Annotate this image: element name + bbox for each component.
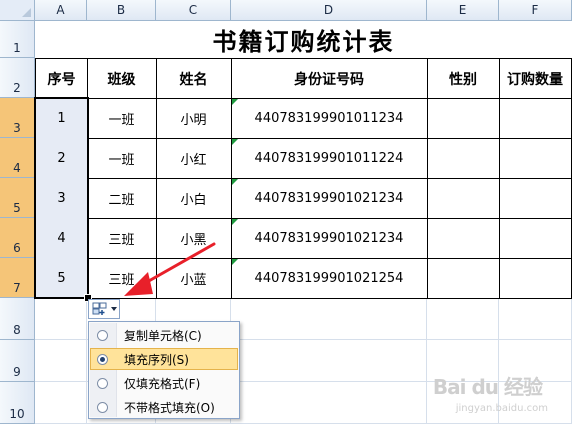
header-cell-id[interactable]: 身份证号码	[231, 58, 428, 99]
grid-cell[interactable]	[231, 340, 427, 382]
cell-name[interactable]: 小白	[156, 178, 232, 219]
radio-icon	[97, 377, 108, 389]
cell-no[interactable]: 1	[35, 98, 88, 139]
cell-gender[interactable]	[427, 218, 500, 259]
number-as-text-indicator	[232, 219, 238, 225]
radio-icon	[97, 329, 108, 341]
chevron-down-icon	[111, 307, 117, 311]
header-cell-qty[interactable]: 订购数量	[499, 58, 572, 99]
column-header-c[interactable]: C	[156, 0, 231, 21]
radio-selected-icon	[97, 353, 108, 365]
column-header-d[interactable]: D	[231, 0, 427, 21]
header-cell-gender[interactable]: 性别	[427, 58, 500, 99]
row-header-8[interactable]: 8	[0, 298, 35, 340]
cell-qty[interactable]	[499, 258, 572, 299]
auto-fill-options-button[interactable]	[88, 299, 120, 319]
row-header-5[interactable]: 5	[0, 178, 35, 218]
cell-id[interactable]: 440783199901021234	[231, 178, 428, 219]
menu-item-label: 仅填充格式(F)	[124, 376, 201, 391]
radio-icon	[97, 401, 108, 413]
header-cell-no[interactable]: 序号	[35, 58, 88, 99]
column-header-a[interactable]: A	[35, 0, 87, 21]
column-header-b[interactable]: B	[87, 0, 156, 21]
cell-class[interactable]: 一班	[87, 138, 157, 179]
cell-name[interactable]: 小明	[156, 98, 232, 139]
cell-class[interactable]: 三班	[87, 218, 157, 259]
sheet-title[interactable]: 书籍订购统计表	[35, 21, 572, 58]
row-header-6[interactable]: 6	[0, 218, 35, 258]
fill-options-icon	[92, 302, 107, 315]
row-header-7[interactable]: 7	[0, 258, 35, 298]
cell-id[interactable]: 440783199901021234	[231, 218, 428, 259]
row-header-10[interactable]: 10	[0, 382, 35, 424]
cell-class[interactable]: 三班	[87, 258, 157, 299]
column-header-f[interactable]: F	[499, 0, 572, 21]
number-as-text-indicator	[232, 259, 238, 265]
number-as-text-indicator	[232, 99, 238, 105]
menu-item-fill-without-formatting[interactable]: 不带格式填充(O)	[90, 396, 238, 418]
cell-qty[interactable]	[499, 138, 572, 179]
cell-gender[interactable]	[427, 178, 500, 219]
header-cell-name[interactable]: 姓名	[156, 58, 232, 99]
menu-item-copy-cells[interactable]: 复制单元格(C)	[90, 324, 238, 346]
cell-class[interactable]: 一班	[87, 98, 157, 139]
grid-cell[interactable]	[231, 298, 427, 340]
number-as-text-indicator	[232, 179, 238, 185]
grid-cell[interactable]	[231, 382, 427, 424]
watermark-url: jingyan.baidu.com	[455, 403, 548, 414]
grid-cell[interactable]	[427, 298, 499, 340]
cell-gender[interactable]	[427, 258, 500, 299]
cell-id[interactable]: 440783199901021254	[231, 258, 428, 299]
cell-no[interactable]: 4	[35, 218, 88, 259]
grid-cell[interactable]	[35, 298, 87, 340]
cell-id[interactable]: 440783199901011234	[231, 98, 428, 139]
grid-cell[interactable]	[35, 382, 87, 424]
cell-qty[interactable]	[499, 98, 572, 139]
row-header-9[interactable]: 9	[0, 340, 35, 382]
cell-no[interactable]: 2	[35, 138, 88, 179]
cell-class[interactable]: 二班	[87, 178, 157, 219]
auto-fill-options-menu: 复制单元格(C) 填充序列(S) 仅填充格式(F) 不带格式填充(O)	[88, 321, 240, 419]
number-as-text-indicator	[232, 139, 238, 145]
menu-item-fill-formatting-only[interactable]: 仅填充格式(F)	[90, 372, 238, 394]
cell-qty[interactable]	[499, 178, 572, 219]
menu-item-label: 填充序列(S)	[124, 352, 189, 367]
column-header-e[interactable]: E	[427, 0, 499, 21]
menu-item-label: 复制单元格(C)	[124, 328, 202, 343]
cell-qty[interactable]	[499, 218, 572, 259]
select-all-corner[interactable]	[0, 0, 35, 21]
row-header-1[interactable]: 1	[0, 21, 35, 58]
header-cell-class[interactable]: 班级	[87, 58, 157, 99]
cell-name[interactable]: 小蓝	[156, 258, 232, 299]
row-header-2[interactable]: 2	[0, 58, 35, 98]
row-header-3[interactable]: 3	[0, 98, 35, 138]
grid-cell[interactable]	[35, 340, 87, 382]
cell-id[interactable]: 440783199901011224	[231, 138, 428, 179]
watermark-logo: Bai du 经验	[432, 375, 543, 399]
menu-item-fill-series[interactable]: 填充序列(S)	[90, 348, 238, 370]
menu-item-label: 不带格式填充(O)	[124, 400, 215, 415]
cell-name[interactable]: 小红	[156, 138, 232, 179]
cell-gender[interactable]	[427, 98, 500, 139]
cell-no[interactable]: 5	[35, 258, 88, 299]
cell-gender[interactable]	[427, 138, 500, 179]
cell-name[interactable]: 小黑	[156, 218, 232, 259]
grid-cell[interactable]	[499, 298, 572, 340]
row-header-4[interactable]: 4	[0, 138, 35, 178]
cell-no[interactable]: 3	[35, 178, 88, 219]
